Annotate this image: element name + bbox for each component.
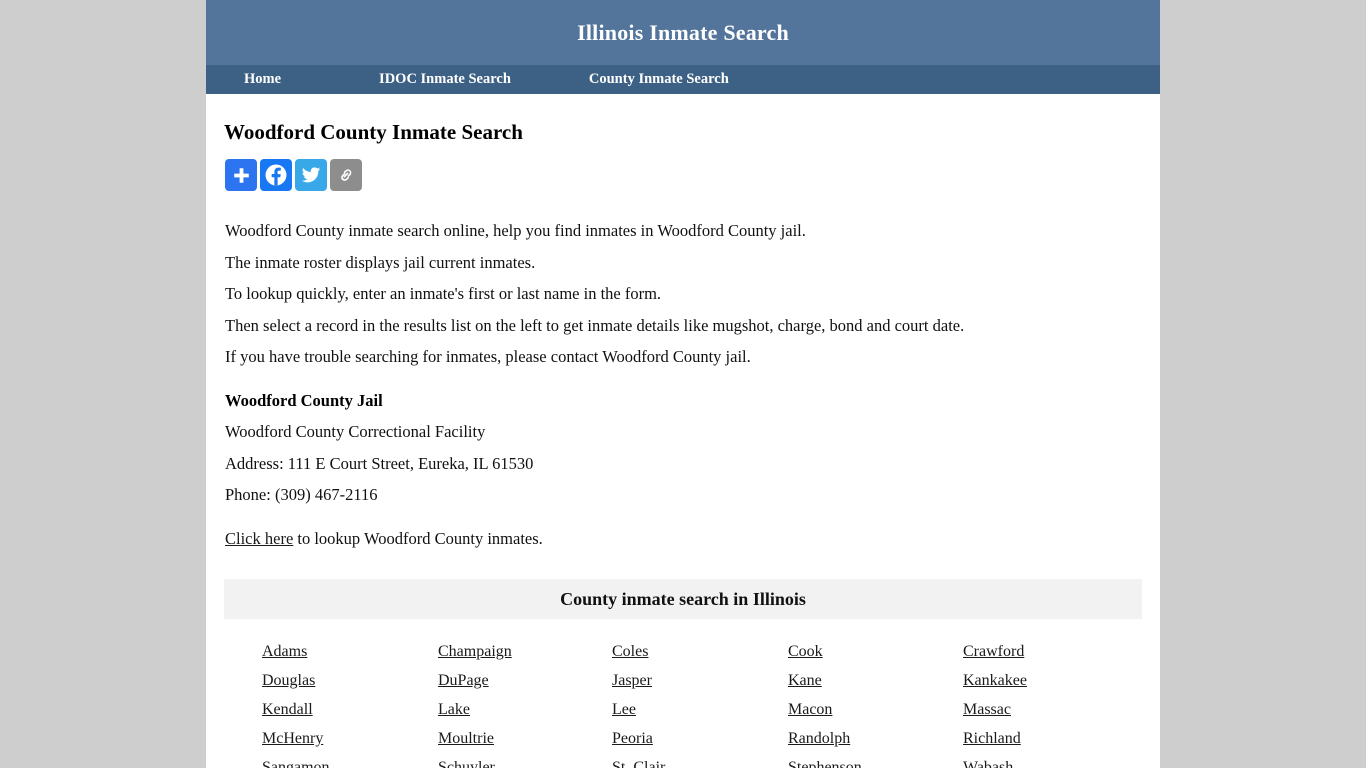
county-link-adams[interactable]: Adams — [262, 643, 307, 660]
county-link-richland[interactable]: Richland — [963, 730, 1021, 747]
county-cell: Randolph — [788, 724, 963, 753]
county-table-heading: County inmate search in Illinois — [560, 588, 806, 609]
county-cell: Moultrie — [438, 724, 612, 753]
county-link-stephenson[interactable]: Stephenson — [788, 759, 862, 768]
county-link-douglas[interactable]: Douglas — [262, 672, 315, 689]
county-cell: Richland — [963, 724, 1123, 753]
county-link-kankakee[interactable]: Kankakee — [963, 672, 1027, 689]
county-cell: Wabash — [963, 753, 1123, 768]
county-link-st-clair[interactable]: St. Clair — [612, 759, 665, 768]
county-cell: Stephenson — [788, 753, 963, 768]
county-cell: DuPage — [438, 666, 612, 695]
intro-paragraphs: Woodford County inmate search online, he… — [224, 218, 1142, 371]
county-links-grid: Adams Champaign Coles Cook Crawford Doug… — [224, 619, 1142, 768]
lookup-line: Click here to lookup Woodford County inm… — [224, 526, 1142, 553]
jail-name: Woodford County Jail — [225, 390, 383, 410]
county-link-sangamon[interactable]: Sangamon — [262, 759, 330, 768]
jail-address: Address: 111 E Court Street, Eureka, IL … — [225, 453, 534, 473]
page-title: Woodford County Inmate Search — [224, 120, 523, 144]
intro-line: If you have trouble searching for inmate… — [225, 347, 751, 366]
county-cell: Kane — [788, 666, 963, 695]
county-link-macon[interactable]: Macon — [788, 701, 832, 718]
county-cell: Massac — [963, 695, 1123, 724]
intro-line: The inmate roster displays jail current … — [225, 252, 536, 272]
county-cell: Adams — [262, 637, 438, 666]
nav-item-idoc-inmate-search[interactable]: IDOC Inmate Search — [379, 65, 511, 94]
county-table-header: County inmate search in Illinois — [224, 579, 1142, 619]
county-cell: Cook — [788, 637, 963, 666]
main-navigation: Home IDOC Inmate Search County Inmate Se… — [206, 65, 1160, 94]
county-link-kane[interactable]: Kane — [788, 672, 822, 689]
county-cell: Lee — [612, 695, 788, 724]
jail-phone: Phone: (309) 467-2116 — [225, 485, 378, 504]
county-link-lake[interactable]: Lake — [438, 701, 470, 718]
county-cell: Kankakee — [963, 666, 1123, 695]
county-cell: St. Clair — [612, 753, 788, 768]
nav-item-home[interactable]: Home — [244, 65, 281, 94]
link-icon — [336, 165, 356, 185]
main-content: Woodford County Inmate Search Woodford C… — [206, 94, 1160, 768]
county-link-champaign[interactable]: Champaign — [438, 643, 512, 660]
county-link-coles[interactable]: Coles — [612, 643, 648, 660]
county-cell: Coles — [612, 637, 788, 666]
county-cell: Lake — [438, 695, 612, 724]
county-cell: Peoria — [612, 724, 788, 753]
intro-line: Then select a record in the results list… — [225, 315, 965, 335]
county-link-wabash[interactable]: Wabash — [963, 759, 1013, 768]
county-link-crawford[interactable]: Crawford — [963, 643, 1024, 660]
facebook-icon — [264, 163, 288, 187]
intro-line: Woodford County inmate search online, he… — [225, 221, 806, 240]
jail-facility: Woodford County Correctional Facility — [225, 422, 486, 441]
county-link-jasper[interactable]: Jasper — [612, 672, 652, 689]
county-link-lee[interactable]: Lee — [612, 701, 636, 718]
intro-line: To lookup quickly, enter an inmate's fir… — [225, 284, 662, 303]
county-link-mchenry[interactable]: McHenry — [262, 730, 323, 747]
county-link-peoria[interactable]: Peoria — [612, 730, 653, 747]
copy-link-share-button[interactable] — [330, 159, 362, 191]
county-cell: Macon — [788, 695, 963, 724]
county-inmate-search-table: County inmate search in Illinois Adams C… — [224, 579, 1142, 768]
share-button-row — [224, 159, 1142, 191]
county-link-moultrie[interactable]: Moultrie — [438, 730, 494, 747]
county-cell: Schuyler — [438, 753, 612, 768]
page-container: Illinois Inmate Search Home IDOC Inmate … — [206, 0, 1160, 768]
plus-icon — [232, 166, 251, 185]
jail-info-block: Woodford County Jail Woodford County Cor… — [224, 388, 1142, 509]
twitter-share-button[interactable] — [295, 159, 327, 191]
site-title: Illinois Inmate Search — [577, 19, 789, 45]
addthis-share-button[interactable] — [225, 159, 257, 191]
county-link-cook[interactable]: Cook — [788, 643, 823, 660]
county-cell: Douglas — [262, 666, 438, 695]
nav-item-county-inmate-search[interactable]: County Inmate Search — [589, 65, 729, 94]
county-link-massac[interactable]: Massac — [963, 701, 1011, 718]
county-cell: Sangamon — [262, 753, 438, 768]
county-cell: McHenry — [262, 724, 438, 753]
county-link-schuyler[interactable]: Schuyler — [438, 759, 495, 768]
county-link-kendall[interactable]: Kendall — [262, 701, 313, 718]
twitter-icon — [301, 165, 321, 185]
county-link-randolph[interactable]: Randolph — [788, 730, 850, 747]
county-cell: Jasper — [612, 666, 788, 695]
county-cell: Kendall — [262, 695, 438, 724]
county-link-dupage[interactable]: DuPage — [438, 672, 489, 689]
lookup-rest-text: to lookup Woodford County inmates. — [293, 528, 543, 548]
click-here-link[interactable]: Click here — [225, 529, 293, 548]
county-cell: Crawford — [963, 637, 1123, 666]
facebook-share-button[interactable] — [260, 159, 292, 191]
county-cell: Champaign — [438, 637, 612, 666]
site-header: Illinois Inmate Search — [206, 0, 1160, 65]
